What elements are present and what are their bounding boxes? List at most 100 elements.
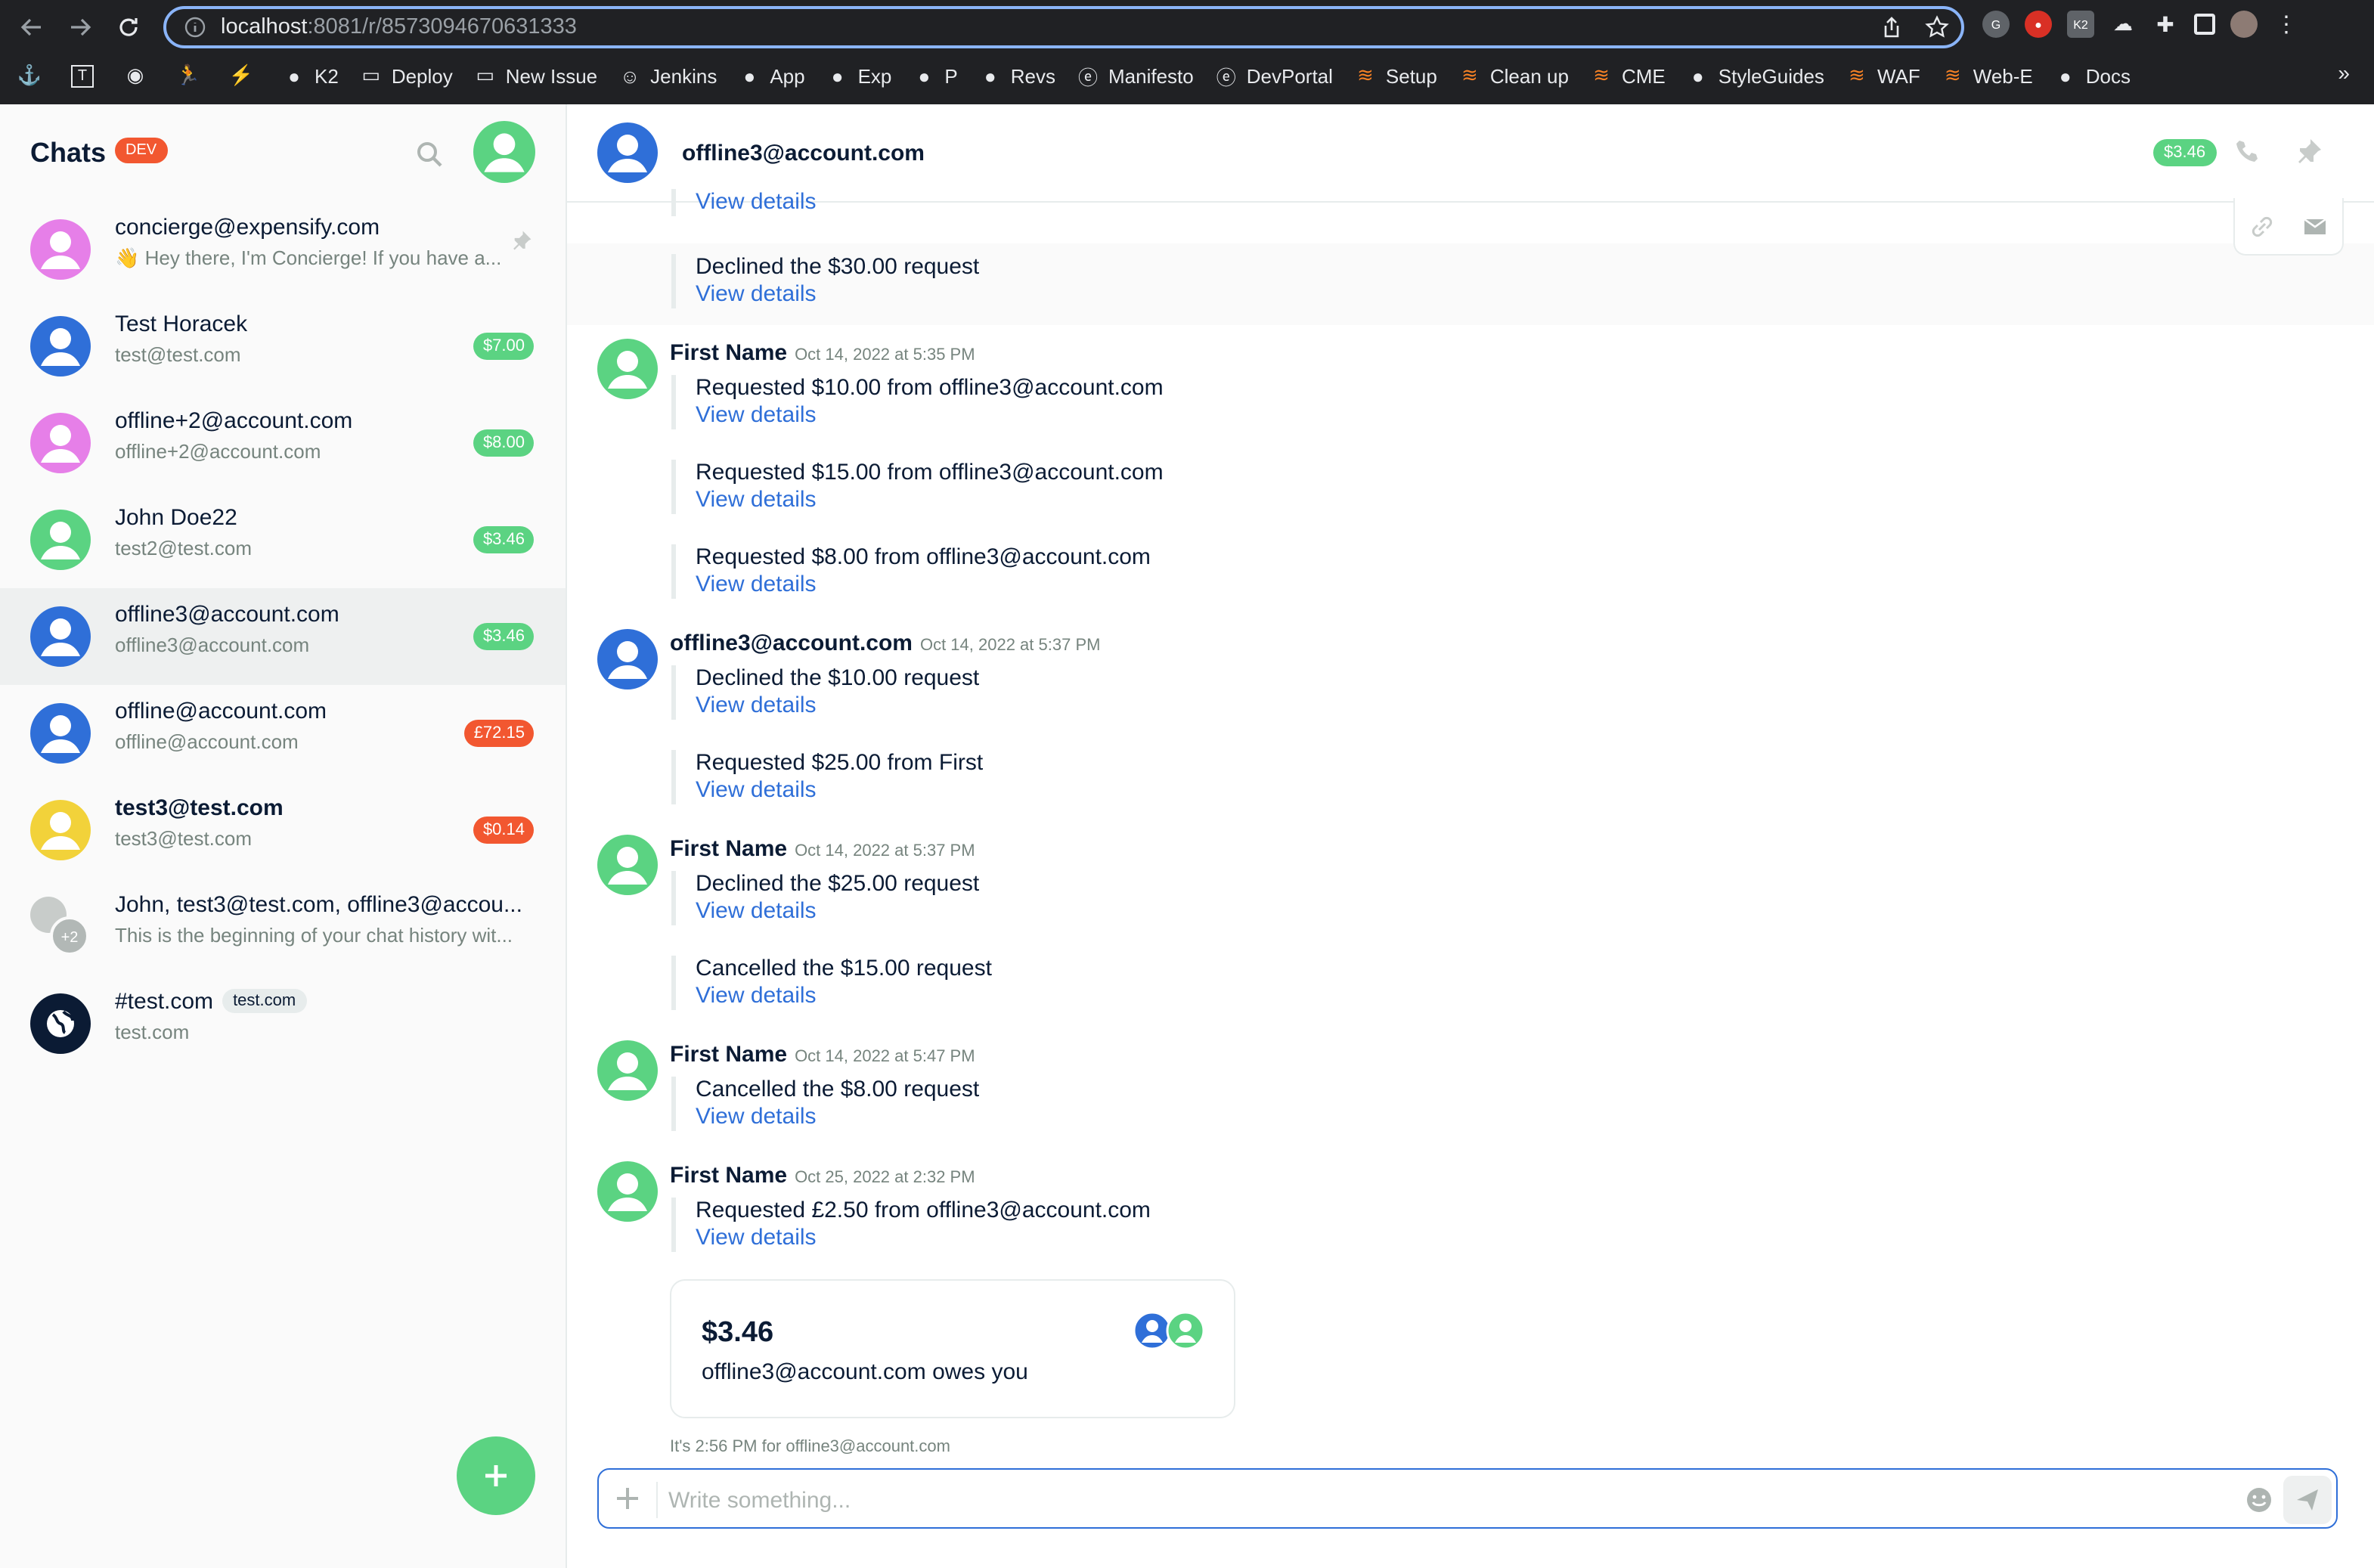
avatar[interactable]	[597, 835, 658, 895]
view-details-link[interactable]: View details	[696, 898, 979, 925]
chat-list-item[interactable]: concierge@expensify.com 👋 Hey there, I'm …	[0, 201, 566, 298]
search-icon[interactable]	[416, 141, 443, 168]
bookmark-app[interactable]: ● App	[738, 64, 804, 87]
extension-icon[interactable]: K2	[2067, 11, 2094, 38]
sender-name[interactable]: offline3@account.com	[670, 631, 913, 656]
avatar	[30, 606, 91, 667]
view-details-link[interactable]: View details	[696, 693, 979, 720]
view-details-link[interactable]: View details	[696, 189, 817, 216]
add-attachment-icon[interactable]	[614, 1485, 641, 1512]
bookmark-app-icon[interactable]: ⚓	[17, 64, 50, 87]
bookmarks-overflow-button[interactable]: »	[2338, 60, 2350, 85]
back-icon[interactable]	[15, 11, 48, 44]
view-details-link[interactable]: View details	[696, 983, 992, 1010]
chat-list-item[interactable]: #test.com test.com test.com	[0, 975, 566, 1072]
kebab-menu-icon[interactable]: ⋮	[2273, 11, 2300, 38]
sender-name[interactable]: First Name	[670, 1042, 787, 1068]
chat-list-item[interactable]: John Doe22 test2@test.com $3.46	[0, 491, 566, 588]
reload-icon[interactable]	[112, 11, 145, 44]
chat-subtitle: 👋 Hey there, I'm Concierge! If you have …	[115, 246, 502, 269]
chat-list-item[interactable]: Test Horacek test@test.com $7.00	[0, 298, 566, 395]
emoji-icon[interactable]	[2245, 1486, 2273, 1514]
action-item: View details	[671, 189, 817, 216]
share-icon[interactable]	[1880, 15, 1904, 39]
info-icon[interactable]	[184, 17, 206, 38]
extension-icon[interactable]: G	[1982, 11, 2010, 38]
avatar[interactable]	[597, 122, 658, 183]
bookmark-bolt-icon[interactable]: ⚡	[229, 64, 262, 87]
chat-title[interactable]: offline3@account.com	[682, 141, 925, 166]
chat-list-item[interactable]: test3@test.com test3@test.com $0.14	[0, 782, 566, 879]
bookmark-docs[interactable]: ● Docs	[2054, 64, 2131, 87]
extension-icon[interactable]: ☁	[2109, 11, 2137, 38]
iou-badge: $3.46	[473, 623, 534, 650]
bookmark-styleguides[interactable]: ● StyleGuides	[1687, 64, 1824, 87]
profile-avatar-icon[interactable]	[2230, 11, 2258, 38]
view-details-link[interactable]: View details	[696, 1225, 1151, 1252]
bookmark-waf[interactable]: ≋ WAF	[1846, 64, 1920, 87]
star-icon[interactable]	[1925, 15, 1949, 39]
bookmark-revs[interactable]: ● Revs	[979, 64, 1055, 87]
message-input[interactable]	[668, 1482, 2226, 1518]
avatar[interactable]	[597, 339, 658, 399]
bookmark-devportal[interactable]: ⓔ DevPortal	[1215, 64, 1333, 88]
stack-icon: ≋	[1849, 64, 1865, 86]
timezone-note: It's 2:56 PM for offline3@account.com	[670, 1438, 950, 1456]
avatar[interactable]	[597, 1040, 658, 1101]
chat-list-item[interactable]: offline@account.com offline@account.com £7…	[0, 685, 566, 782]
iou-amount: $3.46	[702, 1317, 774, 1349]
new-chat-button[interactable]	[457, 1436, 535, 1515]
send-button[interactable]	[2283, 1476, 2332, 1524]
chat-name: test3@test.com	[115, 795, 284, 821]
bookmark-exp[interactable]: ● Exp	[826, 64, 892, 87]
sender-name[interactable]: First Name	[670, 1163, 787, 1188]
view-details-link[interactable]: View details	[696, 1104, 979, 1131]
bookmark-new-issue[interactable]: ▭ New Issue	[474, 64, 597, 87]
view-details-link[interactable]: View details	[696, 487, 1164, 514]
sender-name[interactable]: First Name	[670, 340, 787, 366]
svg-text:+2: +2	[61, 929, 79, 946]
address-bar[interactable]: localhost:8081/r/8573094670631333	[163, 6, 1964, 48]
chat-sidebar: Chats DEV concierge@expensify.com 👋 Hey t…	[0, 104, 567, 1568]
github-icon: ●	[918, 64, 931, 87]
bookmark-deploy[interactable]: ▭ Deploy	[360, 64, 453, 87]
avatar[interactable]	[597, 1161, 658, 1222]
iou-badge: $7.00	[473, 333, 534, 360]
bookmark-p[interactable]: ● P	[913, 64, 958, 87]
user-avatar[interactable]	[473, 121, 535, 183]
chat-list-item[interactable]: +2 John, test3@test.com, offline3@accou..…	[0, 879, 566, 975]
bookmark-k2[interactable]: ● K2	[283, 64, 339, 87]
sender-line: First Name Oct 25, 2022 at 2:32 PM	[670, 1163, 975, 1188]
puzzle-icon[interactable]: ✚	[2152, 11, 2179, 38]
bookmark-setup[interactable]: ≋ Setup	[1354, 64, 1437, 87]
chat-subtitle: This is the beginning of your chat histo…	[115, 924, 513, 947]
avatar[interactable]	[597, 629, 658, 689]
bookmark-globe-icon[interactable]: ◉	[124, 64, 156, 87]
bookmark-runner-icon[interactable]: 🏃	[176, 64, 209, 87]
extension-icon[interactable]: ●	[2025, 11, 2052, 38]
sidepanel-icon[interactable]	[2194, 14, 2215, 35]
bookmark-t-icon[interactable]: T	[71, 64, 103, 87]
mail-icon[interactable]	[2302, 212, 2329, 240]
bookmark-jenkins[interactable]: ☺ Jenkins	[618, 64, 717, 87]
view-details-link[interactable]: View details	[696, 402, 1164, 429]
chat-list-item[interactable]: offline3@account.com offline3@account.com…	[0, 588, 566, 685]
sender-name[interactable]: First Name	[670, 836, 787, 862]
action-text: Requested $15.00 from offline3@account.c…	[696, 460, 1164, 485]
chat-name: John, test3@test.com, offline3@accou...	[115, 892, 522, 918]
bookmark-web-e[interactable]: ≋ Web-E	[1942, 64, 2033, 87]
message-timestamp: Oct 14, 2022 at 5:37 PM	[795, 842, 975, 860]
view-details-link[interactable]: View details	[696, 281, 979, 308]
copy-link-icon[interactable]	[2248, 212, 2276, 240]
view-details-link[interactable]: View details	[696, 572, 1151, 599]
chat-list-item[interactable]: offline+2@account.com offline+2@account.c…	[0, 395, 566, 491]
forward-icon[interactable]	[64, 11, 97, 44]
iou-badge[interactable]: $3.46	[2153, 139, 2217, 166]
phone-icon[interactable]	[2233, 138, 2261, 165]
view-details-link[interactable]: View details	[696, 777, 983, 804]
pin-icon[interactable]	[2295, 138, 2323, 165]
bookmark-cme[interactable]: ≋ CME	[1590, 64, 1666, 87]
iou-preview-card[interactable]: $3.46 offline3@account.com owes you	[670, 1279, 1235, 1418]
bookmark-clean-up[interactable]: ≋ Clean up	[1458, 64, 1569, 87]
bookmark-manifesto[interactable]: ⓔ Manifesto	[1077, 64, 1194, 88]
